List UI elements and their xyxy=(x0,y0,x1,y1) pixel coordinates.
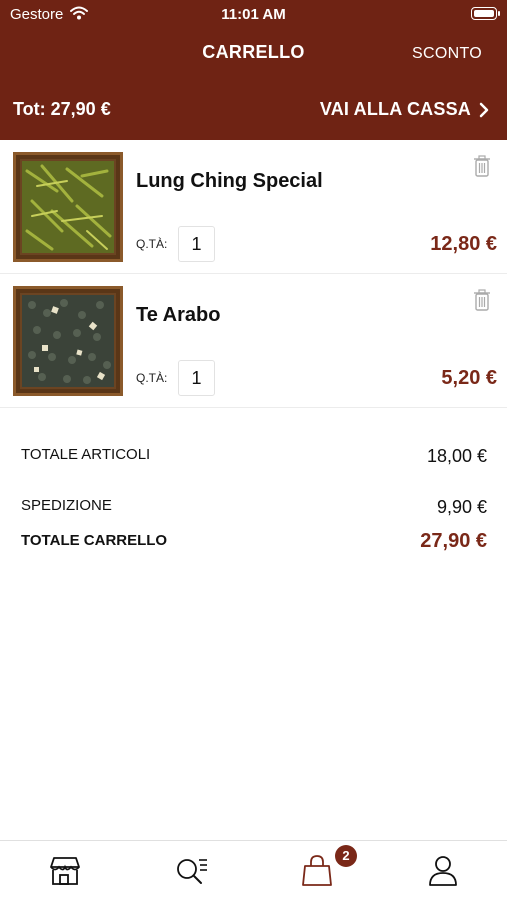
cart-item: Te Arabo Q.TÀ: 1 5,20 € xyxy=(0,274,507,408)
cart-item: Lung Ching Special Q.TÀ: 1 12,80 € xyxy=(0,140,507,274)
discount-button[interactable]: SCONTO xyxy=(412,45,482,63)
shipping-label: SPEDIZIONE xyxy=(21,497,112,514)
quantity-label: Q.TÀ: xyxy=(136,371,168,385)
quantity-field[interactable]: 1 xyxy=(178,226,215,262)
user-icon[interactable] xyxy=(423,851,463,891)
bag-icon[interactable] xyxy=(297,851,337,891)
cart-total-value: 27,90 € xyxy=(420,530,487,552)
checkout-button[interactable]: VAI ALLA CASSA xyxy=(320,99,489,120)
quantity-field[interactable]: 1 xyxy=(178,360,215,396)
shop-icon[interactable] xyxy=(45,851,85,891)
cart-total-row: TOTALE CARRELLO 27,90 € xyxy=(21,530,487,554)
header: Gestore 11:01 AM CARRELLO SCONTO Tot: 27… xyxy=(0,0,507,140)
shipping-value: 9,90 € xyxy=(436,497,487,517)
articles-total-value: 18,00 € xyxy=(426,446,487,466)
trash-icon[interactable] xyxy=(473,288,491,312)
product-price: 5,20 € xyxy=(441,367,497,389)
cart-count-badge: 2 xyxy=(335,845,357,867)
product-image xyxy=(13,152,123,262)
cart-total-label: TOTALE CARRELLO xyxy=(21,532,168,549)
header-total: Tot: 27,90 € xyxy=(13,99,111,119)
green-tea-leaves-image xyxy=(22,161,114,253)
status-bar: Gestore 11:01 AM xyxy=(0,0,507,30)
articles-total-label: TOTALE ARTICOLI xyxy=(21,446,151,463)
product-name[interactable]: Lung Ching Special xyxy=(136,170,323,193)
chevron-right-icon xyxy=(479,102,489,117)
shipping-row: SPEDIZIONE 9,90 € xyxy=(21,497,487,521)
gunpowder-tea-image xyxy=(22,295,114,387)
trash-icon[interactable] xyxy=(473,154,491,178)
checkout-label: VAI ALLA CASSA xyxy=(319,99,471,119)
status-time: 11:01 AM xyxy=(221,6,286,23)
product-image xyxy=(13,286,123,396)
tab-bar xyxy=(0,840,507,900)
product-price: 12,80 € xyxy=(430,233,497,255)
product-name[interactable]: Te Arabo xyxy=(136,304,220,327)
articles-total-row: TOTALE ARTICOLI 18,00 € xyxy=(21,446,487,470)
quantity-label: Q.TÀ: xyxy=(136,237,168,251)
search-list-icon[interactable] xyxy=(171,851,211,891)
battery-icon xyxy=(471,7,500,20)
